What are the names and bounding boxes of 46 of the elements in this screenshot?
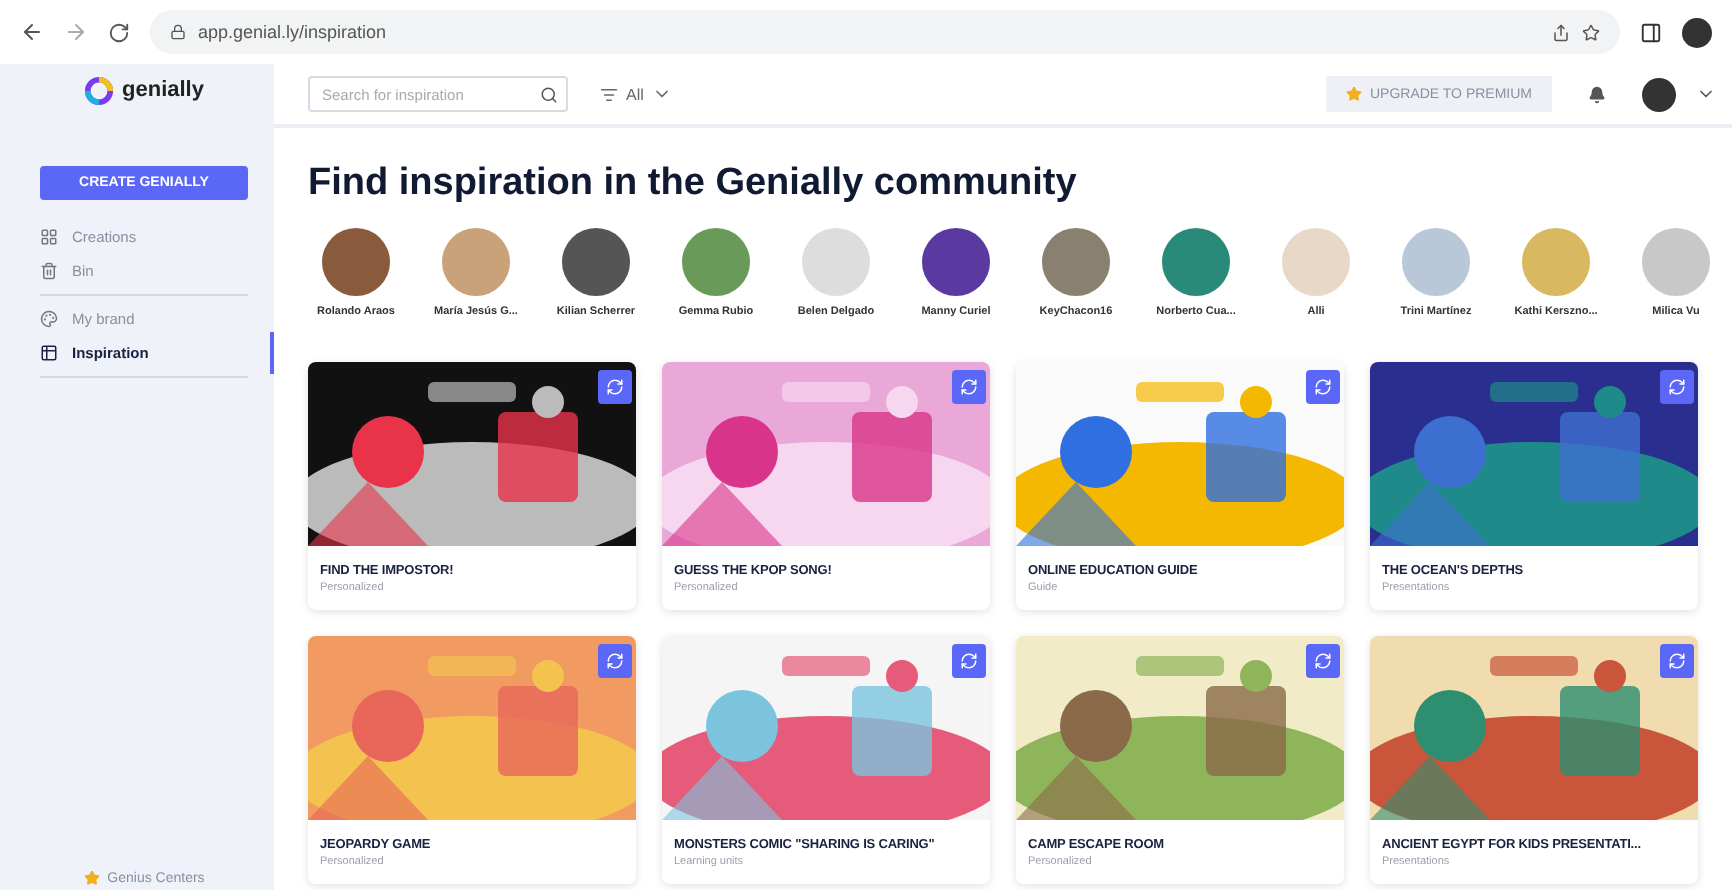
refresh-button[interactable] [598,644,632,678]
creator-avatar[interactable] [922,228,990,296]
refresh-icon [960,652,978,670]
url-text: app.genial.ly/inspiration [198,22,387,42]
star-icon [1345,86,1362,102]
creator-avatar[interactable] [562,228,630,296]
lock-icon [170,24,186,40]
star-icon [83,870,100,886]
reload-icon[interactable] [108,21,130,43]
bookmark-star-icon[interactable] [1582,23,1600,41]
logo-text: genially [122,78,204,102]
active-indicator [270,332,274,374]
search-icon [540,85,558,103]
board-icon [40,344,58,362]
refresh-button[interactable] [1306,370,1340,404]
refresh-icon [1314,378,1332,396]
profile-avatar[interactable] [1682,17,1712,47]
refresh-button[interactable] [1660,644,1694,678]
refresh-icon [1314,652,1332,670]
filter-dropdown[interactable]: All [588,82,684,106]
page-title: Find inspiration in the Genially community [308,160,1079,208]
creator-avatar[interactable] [322,228,390,296]
notification-bell-icon[interactable] [1588,85,1606,103]
creator-avatar[interactable] [1162,228,1230,296]
refresh-icon [1668,652,1686,670]
address-bar[interactable]: app.genial.ly/inspiration [150,10,1620,54]
refresh-button[interactable] [598,370,632,404]
refresh-button[interactable] [952,644,986,678]
side-panel-icon[interactable] [1640,21,1662,43]
back-icon[interactable] [20,20,44,44]
trash-icon [40,262,58,280]
creator-avatar[interactable] [1042,228,1110,296]
filter-icon [600,85,618,103]
grid-icon [40,228,58,246]
refresh-button[interactable] [952,370,986,404]
refresh-button[interactable] [1306,644,1340,678]
refresh-icon [606,652,624,670]
logo-icon [84,75,115,105]
refresh-icon [960,378,978,396]
share-icon[interactable] [1552,23,1570,41]
palette-icon [40,310,58,328]
forward-icon[interactable] [64,20,88,44]
refresh-button[interactable] [1660,370,1694,404]
user-avatar[interactable] [1642,77,1676,111]
refresh-icon [606,378,624,396]
refresh-icon [1668,378,1686,396]
